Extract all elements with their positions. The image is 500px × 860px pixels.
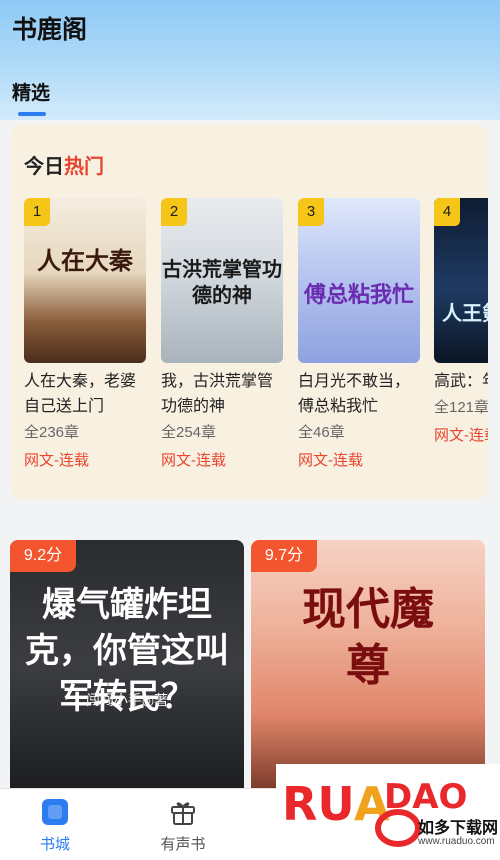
nav-label-bookstore: 书城: [39, 836, 70, 853]
book-title[interactable]: 我，古洪荒掌管功德的神: [161, 369, 283, 419]
book-cover[interactable]: 人在大秦 1: [24, 198, 146, 363]
nav-label-audiobook: 有声书: [160, 836, 206, 853]
book-title[interactable]: 白月光不敢当，傅总粘我忙: [298, 369, 420, 419]
book-cover[interactable]: 古洪荒掌管功德的神 2: [161, 198, 283, 363]
recommend-book-card[interactable]: 现代魔尊 9.7分: [251, 540, 485, 790]
gift-icon: [171, 802, 195, 825]
watermark-subtitle: 如多下载网: [418, 820, 499, 837]
genre-tag: 网文-连载: [298, 452, 363, 469]
rank-badge: 1: [24, 198, 50, 226]
hot-title-prefix: 今日: [24, 156, 64, 178]
app-title: 书鹿阁: [12, 16, 88, 44]
rank-badge: 4: [434, 198, 460, 226]
chapter-count: 全121章: [434, 399, 488, 416]
book-card[interactable]: 人在大秦 1 人在大秦，老婆自己送上门 全236章 网文-连载: [24, 198, 146, 472]
hot-today-section: 今日热门 人在大秦 1 人在大秦，老婆自己送上门 全236章 网文-连载 古洪荒…: [10, 124, 488, 500]
book-title[interactable]: 高武：年，氪: [434, 369, 488, 394]
score-badge: 9.7分: [251, 540, 317, 572]
chapter-count: 全46章: [298, 424, 345, 441]
book-cover[interactable]: 人王氪命 4: [434, 198, 488, 363]
bookstore-icon: [42, 799, 68, 825]
chapter-count: 全254章: [161, 424, 217, 441]
rank-badge: 2: [161, 198, 187, 226]
book-card[interactable]: 古洪荒掌管功德的神 2 我，古洪荒掌管功德的神 全254章 网文-连载: [161, 198, 283, 472]
recommend-cover-author: 闯闯小手◎著: [85, 692, 169, 708]
book-card[interactable]: 人王氪命 4 高武：年，氪 全121章 网文-连载: [434, 198, 488, 447]
hot-title-accent: 热门: [64, 156, 104, 178]
app-header: 书鹿阁 精选: [0, 0, 500, 120]
svg-text:RU: RU: [282, 777, 355, 831]
tab-active-indicator: [18, 112, 46, 116]
watermark-url: www.ruaduo.com: [418, 836, 495, 847]
nav-audiobook[interactable]: 有声书: [138, 797, 228, 854]
watermark-logo: RU A DAO 如多下载网 www.ruaduo.com: [276, 764, 500, 860]
book-cover-title: 傅总粘我忙: [303, 282, 414, 308]
rank-badge: 3: [298, 198, 324, 226]
chapter-count: 全236章: [24, 424, 80, 441]
recommend-book-card[interactable]: 爆气罐炸坦克，你管这叫军转民？ 闯闯小手◎著 9.2分: [10, 540, 244, 790]
hot-section-title: 今日热门: [24, 150, 104, 179]
book-title[interactable]: 人在大秦，老婆自己送上门: [24, 369, 146, 419]
genre-tag: 网文-连载: [161, 452, 226, 469]
genre-tag: 网文-连载: [434, 427, 488, 444]
tab-featured[interactable]: 精选: [12, 78, 50, 105]
recommend-cover-title: 现代魔尊: [302, 584, 434, 691]
score-badge: 9.2分: [10, 540, 76, 572]
book-cover-title: 古洪荒掌管功德的神: [162, 257, 282, 307]
book-cover-title: 人在大秦: [37, 246, 133, 275]
book-cover-title: 人王氪命: [442, 301, 488, 325]
book-card[interactable]: 傅总粘我忙 3 白月光不敢当，傅总粘我忙 全46章 网文-连载: [298, 198, 420, 472]
nav-bookstore[interactable]: 书城: [10, 797, 100, 854]
genre-tag: 网文-连载: [24, 452, 89, 469]
book-cover[interactable]: 傅总粘我忙 3: [298, 198, 420, 363]
